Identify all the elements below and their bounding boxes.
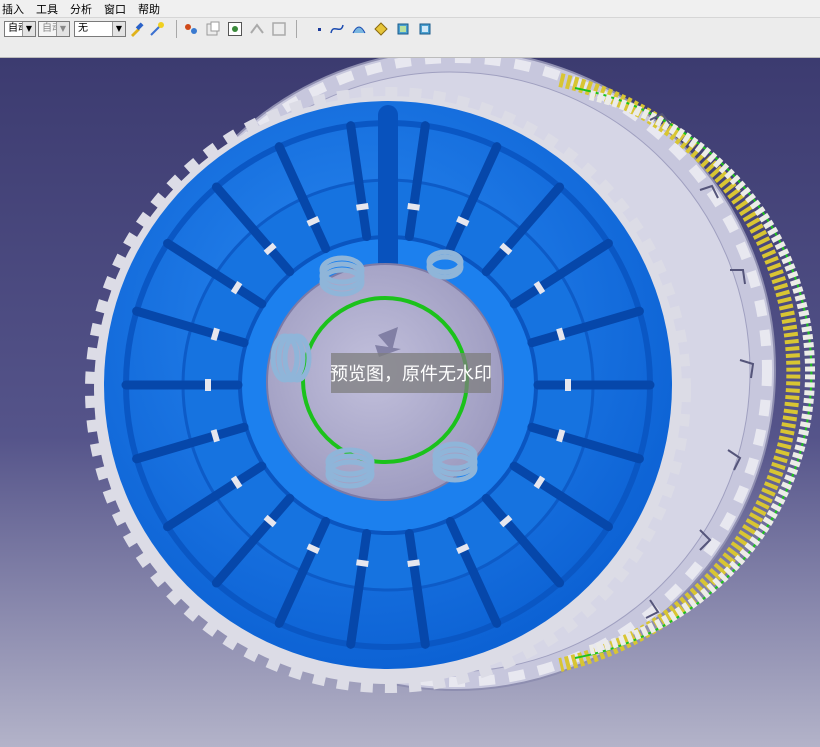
render-view-icon[interactable] — [226, 21, 244, 37]
surface-icon[interactable] — [350, 21, 368, 37]
curve-icon[interactable] — [328, 21, 346, 37]
menu-help[interactable]: 帮助 — [138, 1, 160, 17]
point-icon[interactable] — [310, 21, 328, 37]
menu-insert[interactable]: 插入 — [2, 1, 24, 17]
body-display-icon[interactable] — [394, 21, 412, 37]
line-type-combo[interactable]: 自动 ▼ — [4, 21, 36, 37]
layer-combo[interactable]: 无 ▼ — [74, 21, 126, 37]
chevron-down-icon[interactable]: ▼ — [112, 22, 125, 36]
menu-tools[interactable]: 工具 — [36, 1, 58, 17]
toolbar-separator — [296, 20, 297, 38]
toolbar-separator — [176, 20, 177, 38]
3d-viewport[interactable]: 预览图，原件无水印 — [0, 58, 820, 747]
paint-brush-icon[interactable] — [128, 21, 146, 37]
chevron-down-icon[interactable]: ▼ — [22, 22, 35, 36]
finger-slot-window — [565, 379, 571, 391]
magic-wand-icon[interactable] — [148, 21, 166, 37]
clutch-model — [0, 58, 820, 747]
menu-analyze[interactable]: 分析 — [70, 1, 92, 17]
copy-format-icon[interactable] — [204, 21, 222, 37]
layer-value: 无 — [78, 23, 88, 34]
scale-icon[interactable] — [248, 21, 266, 37]
menu-bar: 插入 工具 分析 窗口 帮助 — [0, 0, 820, 18]
line-weight-combo[interactable]: 自动 ▼ — [38, 21, 70, 37]
solid-icon[interactable] — [372, 21, 390, 37]
frame-icon[interactable] — [270, 21, 288, 37]
graphic-properties-icon[interactable] — [182, 21, 200, 37]
finger-slot-window — [205, 379, 211, 391]
body-hide-icon[interactable] — [416, 21, 434, 37]
menu-window[interactable]: 窗口 — [104, 1, 126, 17]
watermark-label: 预览图，原件无水印 — [330, 353, 492, 393]
chevron-down-icon[interactable]: ▼ — [56, 22, 69, 36]
